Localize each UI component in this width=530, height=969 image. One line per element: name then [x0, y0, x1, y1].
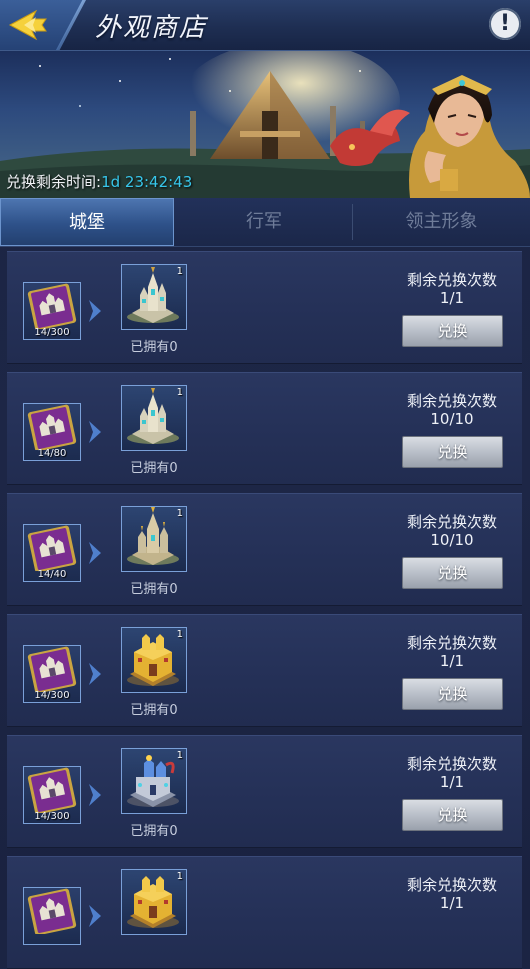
exchange-button[interactable]: 兑换 [402, 557, 503, 589]
remaining-exchanges-value: 10/10 [430, 531, 474, 549]
cost-count: 14/80 [37, 448, 67, 459]
chevron-right-icon [89, 663, 101, 685]
exchange-button[interactable]: 兑换 [402, 436, 503, 468]
exchange-row: 14/300 1 已拥有0 剩余兑换次数 1/1 兑换 [7, 735, 522, 848]
top-bar: 外观商店 ! [0, 0, 530, 51]
cost-count: 14/300 [34, 690, 70, 701]
exchange-row: 14/80 1 已拥有0 剩余兑换次数 10/10 兑换 [7, 372, 522, 485]
castle-voucher-icon[interactable] [23, 887, 81, 945]
castle-voucher-icon[interactable]: 14/80 [23, 403, 81, 461]
remaining-exchanges-value: 1/1 [439, 289, 465, 307]
remaining-exchanges-value: 10/10 [430, 410, 474, 428]
blue-tech-castle-icon[interactable]: 1 [121, 748, 187, 814]
reward-quantity: 1 [176, 508, 183, 519]
timer-value: 1d 23:42:43 [101, 173, 193, 191]
tab-march[interactable]: 行军 [176, 198, 352, 246]
exchange-button[interactable]: 兑换 [402, 799, 503, 831]
reward-quantity: 1 [176, 871, 183, 882]
reward-quantity: 1 [176, 629, 183, 640]
chevron-right-icon [89, 421, 101, 443]
silver-castle-icon[interactable]: 1 [121, 264, 187, 330]
exchange-row: 1 剩余兑换次数 1/1 [7, 856, 522, 969]
castle-voucher-icon[interactable]: 14/300 [23, 282, 81, 340]
tab-lord-image[interactable]: 领主形象 [353, 198, 530, 246]
exchange-button[interactable]: 兑换 [402, 678, 503, 710]
shop-banner: 兑换剩余时间:1d 23:42:43 [0, 51, 530, 198]
info-button[interactable]: ! [489, 8, 521, 40]
tab-castle[interactable]: 城堡 [0, 198, 174, 246]
reward-quantity: 1 [176, 750, 183, 761]
remaining-exchanges-label: 剩余兑换次数 [406, 392, 497, 410]
category-tabs: 城堡 行军 领主形象 [0, 198, 530, 247]
chevron-right-icon [89, 905, 101, 927]
owned-count: 已拥有0 [130, 461, 178, 476]
info-icon: ! [499, 11, 511, 36]
remaining-exchanges-label: 剩余兑换次数 [406, 876, 497, 894]
timer-label: 兑换剩余时间: [6, 173, 102, 191]
remaining-exchanges-value: 1/1 [439, 773, 465, 791]
cost-count: 14/40 [37, 569, 67, 580]
chevron-right-icon [89, 784, 101, 806]
cost-count: 14/300 [34, 327, 70, 338]
gold-spire-castle-icon[interactable]: 1 [121, 506, 187, 572]
remaining-exchanges-label: 剩余兑换次数 [406, 513, 497, 531]
owned-count: 已拥有0 [130, 340, 178, 355]
remaining-exchanges-value: 1/1 [439, 652, 465, 670]
chevron-right-icon [89, 542, 101, 564]
golden-castle-icon[interactable]: 1 [121, 627, 187, 693]
remaining-exchanges-label: 剩余兑换次数 [406, 755, 497, 773]
castle-voucher-icon[interactable]: 14/40 [23, 524, 81, 582]
owned-count: 已拥有0 [130, 824, 178, 839]
chevron-right-icon [89, 300, 101, 322]
reward-quantity: 1 [176, 266, 183, 277]
remaining-exchanges-label: 剩余兑换次数 [406, 634, 497, 652]
reward-quantity: 1 [176, 387, 183, 398]
castle-voucher-icon[interactable]: 14/300 [23, 645, 81, 703]
remaining-exchanges-label: 剩余兑换次数 [406, 271, 497, 289]
cost-count: 14/300 [34, 811, 70, 822]
exchange-row: 14/40 1 已拥有0 剩余兑换次数 10/10 兑换 [7, 493, 522, 606]
remaining-exchanges-value: 1/1 [439, 894, 465, 912]
back-arrow-icon [8, 9, 47, 41]
page-title: 外观商店 [95, 13, 208, 43]
castle-voucher-icon[interactable]: 14/300 [23, 766, 81, 824]
exchange-row: 14/300 1 已拥有0 剩余兑换次数 1/1 兑换 [7, 251, 522, 364]
exchange-button[interactable]: 兑换 [402, 315, 503, 347]
silver-castle-icon[interactable]: 1 [121, 385, 187, 451]
golden-castle-icon[interactable]: 1 [121, 869, 187, 935]
exchange-timer: 兑换剩余时间:1d 23:42:43 [6, 171, 192, 192]
owned-count: 已拥有0 [130, 582, 178, 597]
exchange-row: 14/300 1 已拥有0 剩余兑换次数 1/1 兑换 [7, 614, 522, 727]
owned-count: 已拥有0 [130, 703, 178, 718]
